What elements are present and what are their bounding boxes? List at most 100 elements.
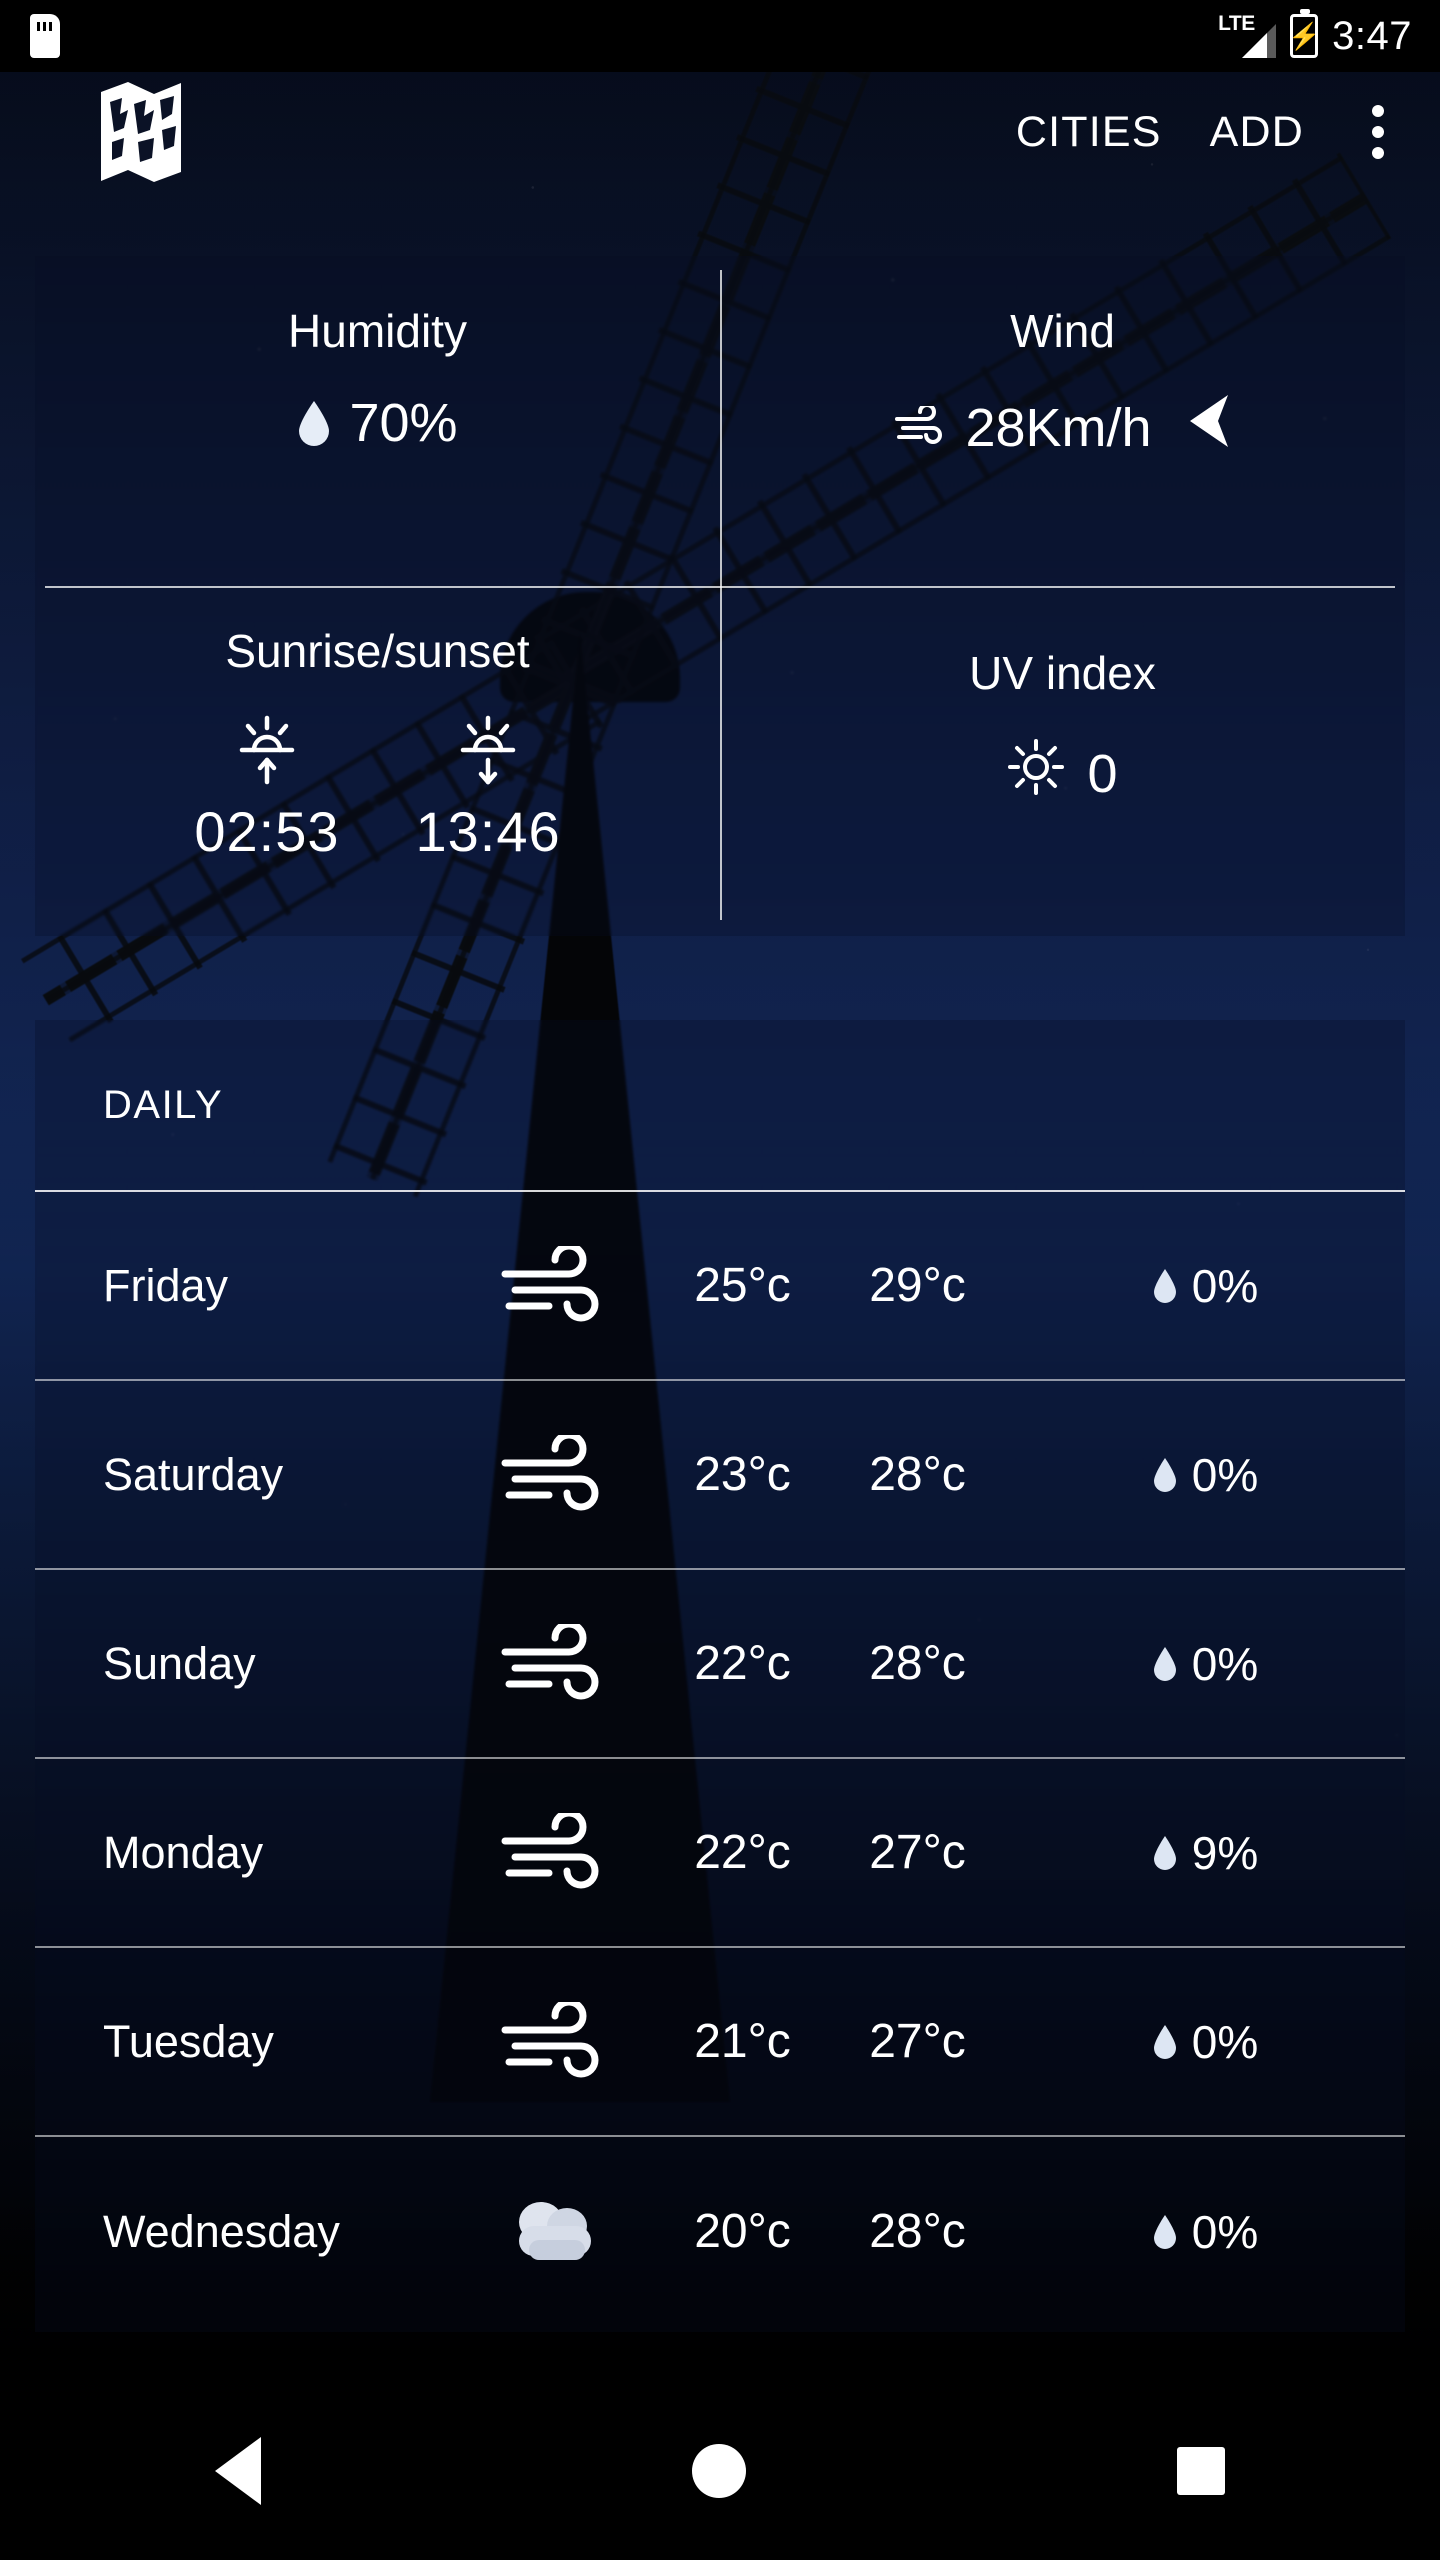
uv-index-cell: UV index 0 — [720, 646, 1405, 809]
daily-precipitation: 0% — [1005, 2205, 1405, 2259]
daily-row[interactable]: Sunday 22°c 28°c 0% — [35, 1570, 1405, 1759]
water-drop-icon — [1152, 1835, 1178, 1871]
sun-icon — [1007, 738, 1065, 809]
daily-row[interactable]: Monday 22°c 27°c 9% — [35, 1759, 1405, 1948]
daily-row[interactable]: Friday 25°c 29°c 0% — [35, 1192, 1405, 1381]
sunrise-group: 02:53 — [194, 706, 339, 864]
daily-row[interactable]: Wednesday 20°c 28°c 0% — [35, 2137, 1405, 2326]
daily-day-label: Wednesday — [103, 2205, 340, 2257]
daily-row[interactable]: Tuesday 21°c 27°c 0% — [35, 1948, 1405, 2137]
map-icon[interactable] — [98, 80, 184, 184]
wind-label: Wind — [1010, 305, 1115, 357]
wind-cell: Wind 28Km/h — [720, 304, 1405, 463]
sd-card-icon — [30, 14, 60, 58]
daily-header: DAILY — [35, 1020, 1405, 1192]
humidity-label: Humidity — [288, 305, 467, 357]
daily-forecast-card: DAILY Friday 25°c 29°c 0% Saturday 23°c 28°c 0%… — [35, 1020, 1405, 2332]
status-bar-left — [30, 14, 60, 58]
water-drop-icon — [1152, 1268, 1178, 1304]
daily-low-temp: 23°c — [694, 1448, 791, 1501]
daily-precipitation: 0% — [1005, 1637, 1405, 1691]
daily-header-label: DAILY — [103, 1082, 224, 1127]
daily-precipitation-value: 9% — [1191, 1826, 1259, 1879]
app-bar-actions: CITIES ADD — [992, 92, 1406, 172]
sunrise-icon — [234, 706, 300, 791]
cities-button[interactable]: CITIES — [992, 94, 1186, 171]
daily-precipitation: 0% — [1005, 1259, 1405, 1313]
weather-app-screen: LTE ⚡ 3:47 CITIES ADD Humidity 70% Wind … — [0, 0, 1440, 2560]
uv-index-label: UV index — [969, 647, 1156, 699]
app-bar: CITIES ADD — [0, 72, 1440, 192]
water-drop-icon — [1152, 2024, 1178, 2060]
wind-value: 28Km/h — [965, 397, 1152, 458]
humidity-cell: Humidity 70% — [35, 304, 720, 454]
daily-high-temp: 29°c — [869, 1259, 966, 1312]
water-drop-icon — [1152, 1646, 1178, 1682]
uv-index-value-row: 0 — [1007, 738, 1118, 809]
daily-day-label: Friday — [103, 1259, 229, 1311]
daily-precipitation-value: 0% — [1191, 1448, 1259, 1501]
daily-high-temp: 28°c — [869, 1448, 966, 1501]
humidity-value: 70% — [349, 393, 458, 453]
daily-precipitation-value: 0% — [1191, 1637, 1259, 1690]
charging-bolt-icon: ⚡ — [1287, 21, 1321, 51]
daily-low-temp: 22°c — [694, 1637, 791, 1690]
wind-direction-arrow-icon — [1184, 392, 1232, 463]
wind-icon — [893, 397, 951, 459]
daily-day-label: Saturday — [103, 1448, 284, 1500]
battery-charging-icon: ⚡ — [1287, 9, 1321, 58]
cloud-icon — [455, 2192, 655, 2272]
water-drop-icon — [1152, 2214, 1178, 2250]
sunrise-time: 02:53 — [194, 800, 340, 863]
daily-high-temp: 27°c — [869, 1826, 966, 1879]
daily-precipitation: 0% — [1005, 2015, 1405, 2069]
sunrise-sunset-values: 02:53 13:46 — [194, 706, 560, 864]
status-bar: LTE ⚡ 3:47 — [0, 0, 1440, 72]
recents-square-icon[interactable] — [1176, 2447, 1225, 2495]
overflow-menu-icon[interactable] — [1350, 92, 1406, 172]
details-grid: Humidity 70% Wind 28Km/h Sunrise/sunset … — [35, 256, 1405, 936]
daily-precipitation: 0% — [1005, 1448, 1405, 1502]
wind-value-row: 28Km/h — [893, 392, 1231, 463]
daily-low-temp: 25°c — [694, 1259, 791, 1312]
daily-day-label: Tuesday — [103, 2015, 274, 2067]
wind-icon — [455, 1623, 655, 1704]
wind-icon — [455, 1245, 655, 1326]
daily-day-label: Sunday — [103, 1637, 256, 1689]
daily-low-temp: 20°c — [694, 2205, 791, 2258]
status-bar-clock: 3:47 — [1332, 13, 1412, 58]
wind-icon — [455, 1434, 655, 1515]
daily-row[interactable]: Saturday 23°c 28°c 0% — [35, 1381, 1405, 1570]
daily-high-temp: 27°c — [869, 2015, 966, 2068]
status-bar-right: LTE ⚡ 3:47 — [1218, 9, 1412, 59]
android-nav-bar — [0, 2382, 1440, 2560]
daily-precipitation: 9% — [1005, 1826, 1405, 1880]
sunrise-sunset-label: Sunrise/sunset — [225, 625, 530, 677]
wind-icon — [455, 2001, 655, 2082]
signal-bars-icon: LTE — [1218, 12, 1277, 59]
daily-high-temp: 28°c — [869, 2205, 966, 2258]
daily-rows: Friday 25°c 29°c 0% Saturday 23°c 28°c 0% Sunday… — [35, 1192, 1405, 2326]
water-drop-icon — [297, 400, 331, 446]
daily-precipitation-value: 0% — [1191, 1259, 1259, 1312]
sunrise-sunset-cell: Sunrise/sunset 02:53 13:46 — [35, 624, 720, 864]
sunset-time: 13:46 — [415, 800, 561, 863]
sunset-icon — [455, 706, 521, 791]
daily-high-temp: 28°c — [869, 1637, 966, 1690]
daily-precipitation-value: 0% — [1191, 2015, 1259, 2068]
humidity-value-row: 70% — [297, 392, 458, 454]
signal-triangle — [1236, 18, 1277, 58]
current-details-card: Humidity 70% Wind 28Km/h Sunrise/sunset … — [35, 256, 1405, 936]
daily-low-temp: 22°c — [694, 1826, 791, 1879]
back-triangle-icon[interactable] — [215, 2437, 262, 2505]
add-button[interactable]: ADD — [1186, 94, 1328, 171]
uv-index-value: 0 — [1087, 743, 1118, 804]
daily-precipitation-value: 0% — [1191, 2205, 1259, 2258]
water-drop-icon — [1152, 1457, 1178, 1493]
horizontal-divider — [45, 586, 1395, 588]
home-circle-icon[interactable] — [691, 2444, 746, 2498]
wind-icon — [455, 1812, 655, 1893]
sunset-group: 13:46 — [416, 706, 561, 864]
daily-low-temp: 21°c — [694, 2015, 791, 2068]
daily-day-label: Monday — [103, 1826, 264, 1878]
